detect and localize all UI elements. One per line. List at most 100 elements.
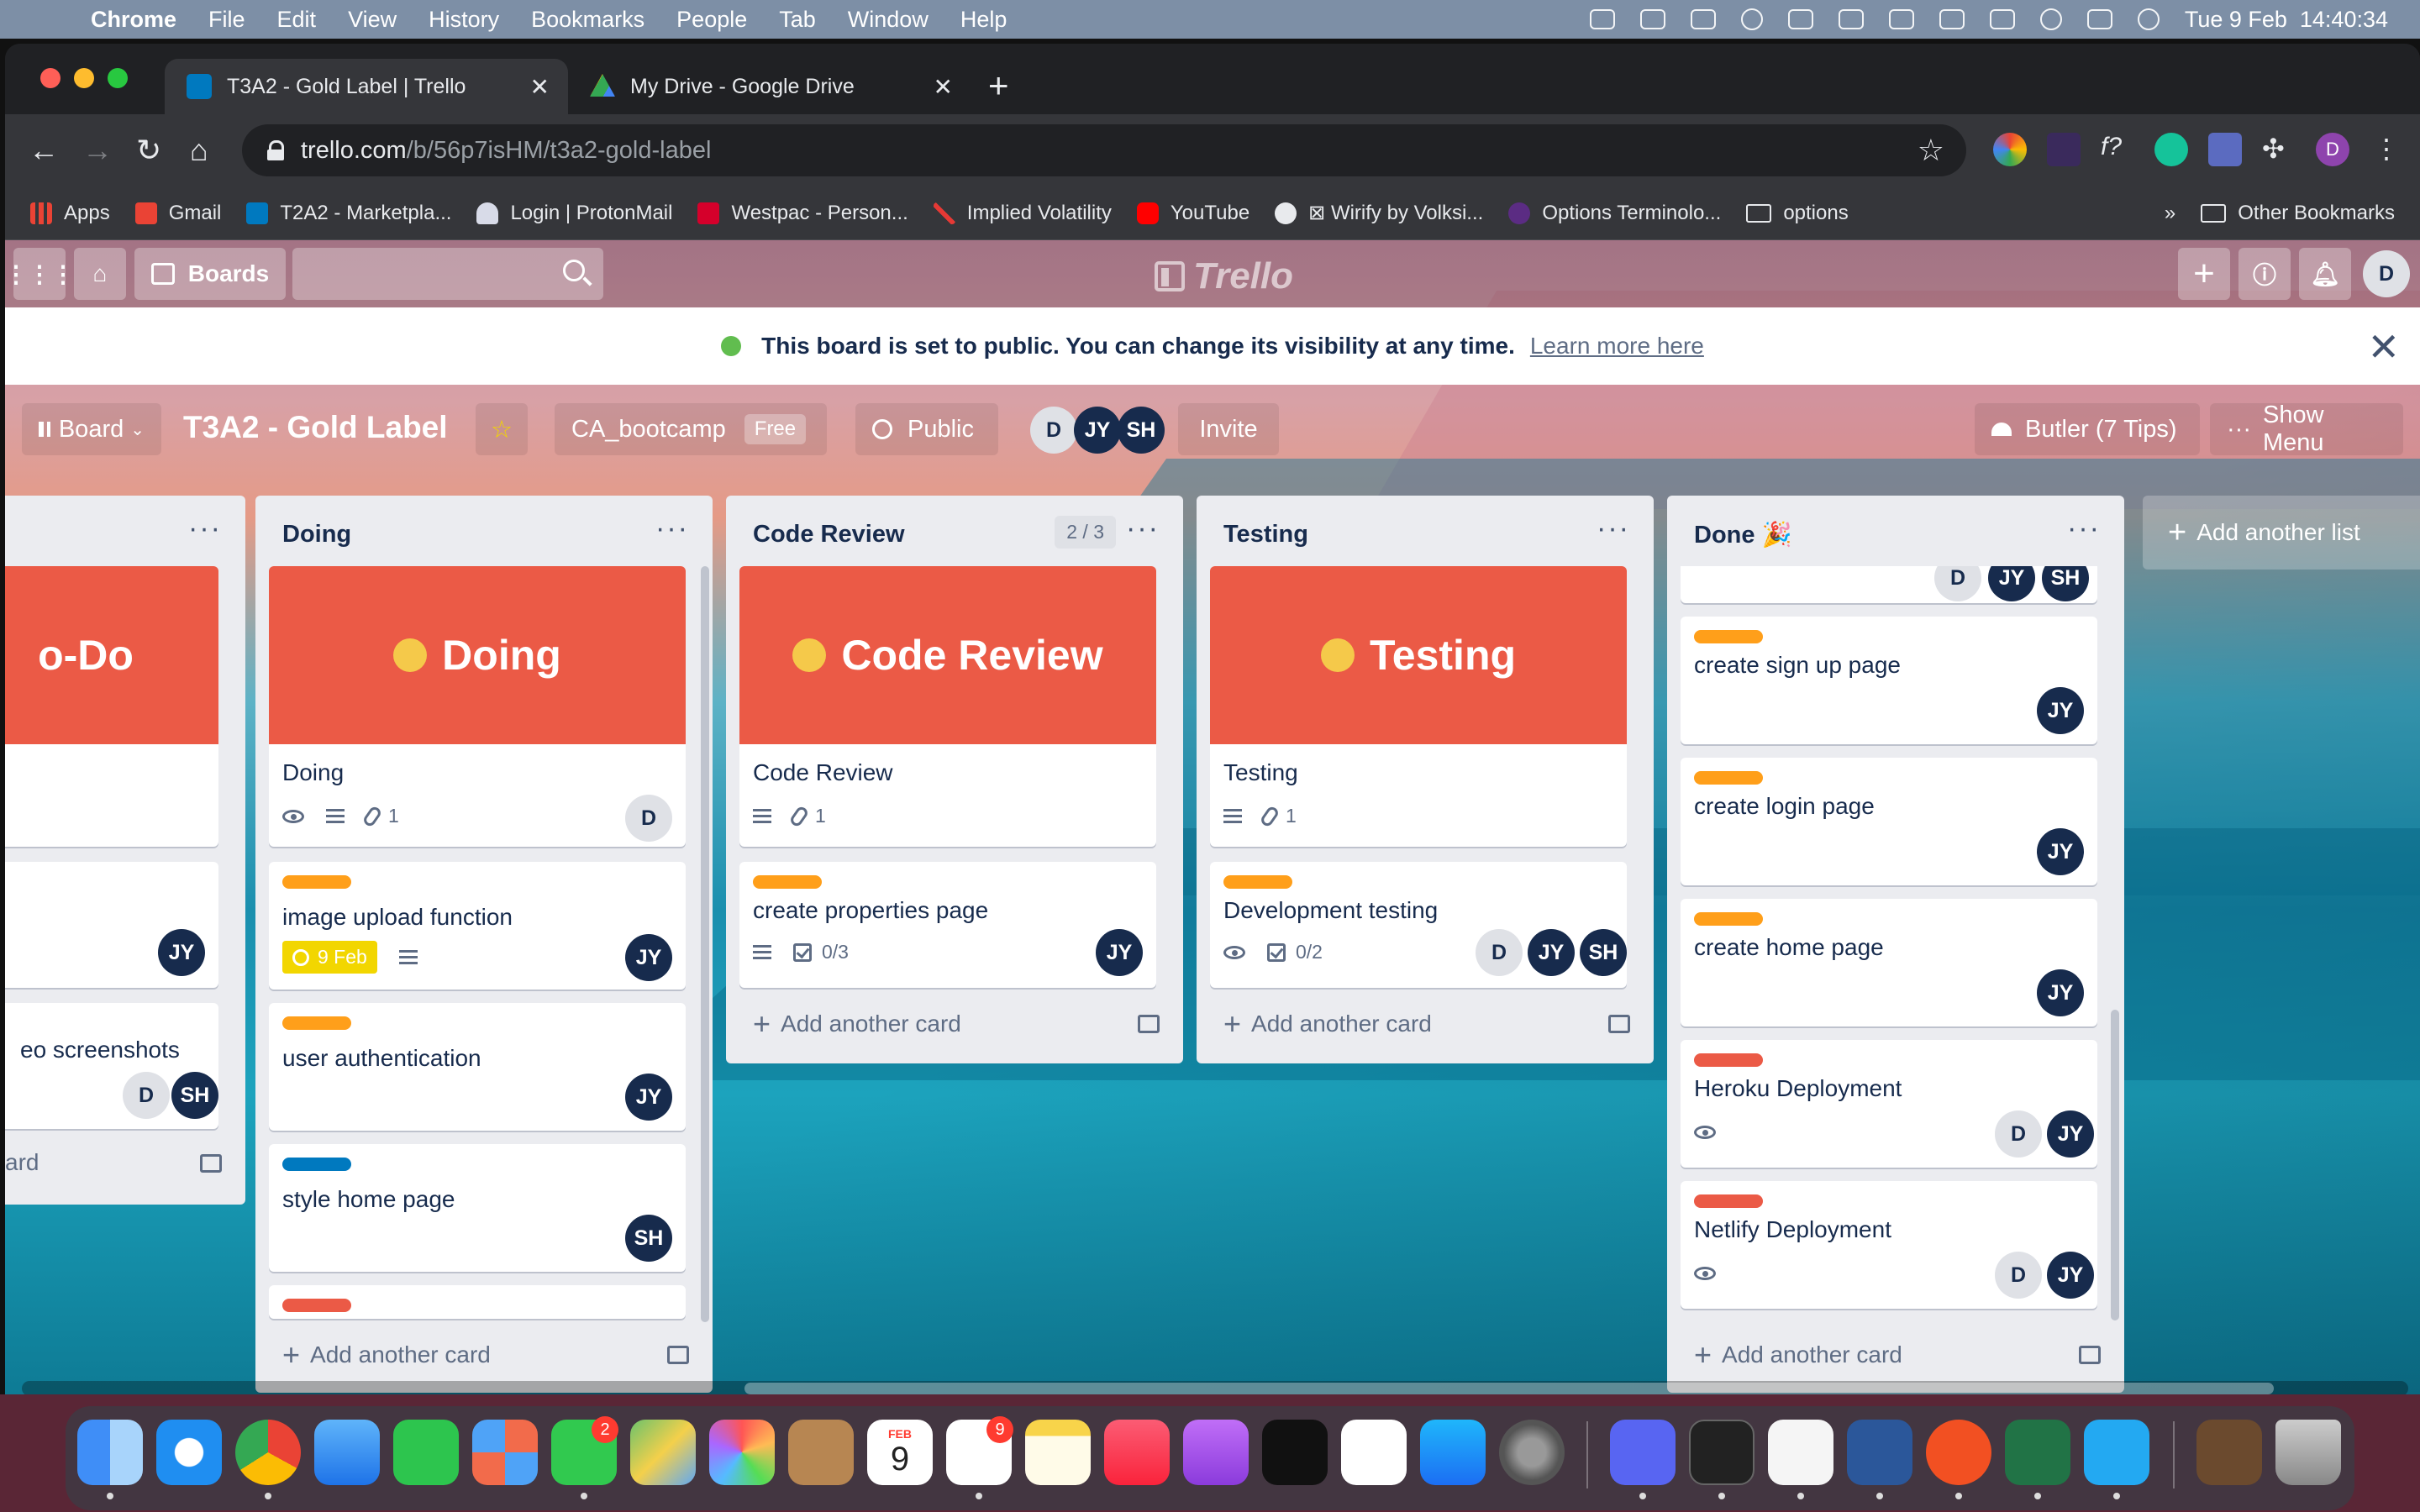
system-preferences-icon[interactable] xyxy=(1499,1420,1565,1485)
member-avatar[interactable]: JY xyxy=(1096,929,1143,976)
list-title[interactable]: Done 🎉 xyxy=(1694,521,1792,549)
menu-people[interactable]: People xyxy=(676,7,747,33)
list-card[interactable]: Heroku Deployment D JY xyxy=(1681,1040,2097,1168)
notifications-bell-icon[interactable]: 🔔︎ xyxy=(2299,248,2351,300)
discord-icon[interactable] xyxy=(1610,1420,1676,1485)
member-avatar[interactable]: JY xyxy=(625,1074,672,1121)
window-minimize-button[interactable] xyxy=(74,68,94,88)
list-scrollbar[interactable] xyxy=(701,566,709,1322)
home-icon[interactable]: ⌂ xyxy=(190,133,208,168)
card-label[interactable] xyxy=(1694,630,1763,643)
member-avatar[interactable]: JY xyxy=(625,934,672,981)
member-avatar[interactable]: SH xyxy=(1580,929,1627,976)
member-avatar[interactable]: JY xyxy=(1528,929,1575,976)
user-avatar[interactable]: D xyxy=(2363,250,2410,297)
menu-history[interactable]: History xyxy=(429,7,499,33)
member-avatar[interactable]: JY xyxy=(158,929,205,976)
apple-tv-icon[interactable] xyxy=(1262,1420,1328,1485)
list-menu-icon[interactable]: ··· xyxy=(1597,512,1630,545)
add-card-button[interactable]: ard xyxy=(5,1149,39,1176)
battery-icon[interactable] xyxy=(1939,9,1965,29)
bookmark-star-icon[interactable]: ☆ xyxy=(1918,133,1944,168)
bookmark-gmail[interactable]: Gmail xyxy=(134,202,221,225)
list-card[interactable]: user authentication JY xyxy=(269,1003,686,1131)
member-avatar[interactable]: D xyxy=(1995,1252,2042,1299)
bookmark-other-bookmarks[interactable]: Other Bookmarks xyxy=(2201,202,2395,225)
home-icon[interactable]: ⌂ xyxy=(74,248,126,300)
add-card-button[interactable]: + Add another card xyxy=(1223,1006,1432,1042)
window-zoom-button[interactable] xyxy=(108,68,128,88)
due-date-badge[interactable]: 9 Feb xyxy=(282,941,377,974)
tab-close-icon[interactable]: ✕ xyxy=(530,73,550,101)
card-template-icon[interactable] xyxy=(1608,1015,1630,1033)
bookmark-options-terminology[interactable]: Options Terminolo... xyxy=(1508,202,1721,225)
control-center-icon[interactable] xyxy=(2086,9,2112,29)
tab-google-drive[interactable]: My Drive - Google Drive ✕ xyxy=(568,59,971,114)
news-icon[interactable] xyxy=(1341,1420,1407,1485)
list-card[interactable]: Development testing 0/2 D JY SH xyxy=(1210,862,1627,988)
add-card-button[interactable]: + Add another card xyxy=(1694,1337,1902,1373)
member-avatar[interactable]: JY xyxy=(2047,1252,2094,1299)
member-avatar[interactable]: SH xyxy=(2042,566,2089,601)
back-arrow-icon[interactable]: ← xyxy=(29,133,59,168)
spotlight-search-icon[interactable] xyxy=(2039,8,2062,30)
card-label[interactable] xyxy=(1223,875,1292,889)
maps-icon[interactable] xyxy=(630,1420,696,1485)
window-close-button[interactable] xyxy=(40,68,60,88)
card-label[interactable] xyxy=(1694,912,1763,926)
visibility-button[interactable]: Public xyxy=(855,403,998,455)
member-avatar[interactable]: D xyxy=(1030,407,1077,454)
postman-icon[interactable] xyxy=(1926,1420,1991,1485)
terminal-icon[interactable] xyxy=(1689,1420,1754,1485)
notes-icon[interactable] xyxy=(1025,1420,1091,1485)
member-avatar[interactable]: JY xyxy=(1074,407,1121,454)
card-label[interactable] xyxy=(1694,771,1763,785)
menu-edit[interactable]: Edit xyxy=(277,7,317,33)
boards-button[interactable]: Boards xyxy=(134,248,286,300)
play-icon[interactable] xyxy=(1740,8,1763,30)
menu-view[interactable]: View xyxy=(348,7,397,33)
display-icon[interactable] xyxy=(1787,9,1813,29)
info-icon[interactable]: ⓘ xyxy=(2238,248,2291,300)
card-label[interactable] xyxy=(282,875,351,889)
fx-extension-icon[interactable]: f? xyxy=(2101,133,2134,166)
banner-close-icon[interactable]: ✕ xyxy=(2367,324,2400,370)
list-card[interactable] xyxy=(269,1285,686,1319)
list-card[interactable]: D JY SH xyxy=(1681,566,2097,603)
cloud-upload-icon[interactable] xyxy=(1639,9,1665,29)
list-card-cover[interactable]: Code Review Code Review 1 xyxy=(739,566,1156,847)
wifi-icon[interactable] xyxy=(1989,9,2015,29)
member-avatar[interactable]: D xyxy=(625,795,672,842)
member-avatar[interactable]: SH xyxy=(171,1072,218,1119)
bluetooth-icon[interactable] xyxy=(1888,9,1914,29)
card-label[interactable] xyxy=(753,875,822,889)
photos-icon[interactable] xyxy=(709,1420,775,1485)
list-title[interactable]: Doing xyxy=(282,521,351,549)
status-app-icon[interactable] xyxy=(1589,9,1615,29)
list-scrollbar[interactable] xyxy=(2111,1010,2119,1320)
member-avatar[interactable]: JY xyxy=(2037,828,2084,875)
show-menu-button[interactable]: ··· Show Menu xyxy=(2210,402,2403,456)
siri-icon[interactable] xyxy=(2137,8,2160,30)
list-card[interactable]: create sign up page JY xyxy=(1681,617,2097,744)
team-button[interactable]: CA_bootcamp Free xyxy=(555,403,827,455)
list-card[interactable]: image upload function 9 Feb JY xyxy=(269,862,686,990)
calendar-icon[interactable]: FEB 9 xyxy=(867,1420,933,1485)
list-card[interactable]: eo screenshots D SH xyxy=(5,1003,218,1129)
list-card-cover[interactable]: Doing Doing 1 D xyxy=(269,566,686,847)
color-picker-extension-icon[interactable] xyxy=(1993,133,2027,166)
add-card-button[interactable]: + Add another card xyxy=(282,1337,491,1373)
member-avatar[interactable]: JY xyxy=(2037,687,2084,734)
vscode-icon[interactable] xyxy=(2084,1420,2149,1485)
bookmark-youtube[interactable]: YouTube xyxy=(1136,202,1249,225)
card-label[interactable] xyxy=(282,1016,351,1030)
member-avatar[interactable]: SH xyxy=(625,1215,672,1262)
bookmark-t2a2[interactable]: T2A2 - Marketpla... xyxy=(246,202,451,225)
app-switcher-icon[interactable]: ⋮⋮⋮ xyxy=(5,248,75,300)
app-store-icon[interactable] xyxy=(1420,1420,1486,1485)
finder-icon[interactable] xyxy=(77,1420,143,1485)
member-avatar[interactable]: D xyxy=(1934,566,1981,601)
microsoft-word-icon[interactable] xyxy=(1847,1420,1912,1485)
card-template-icon[interactable] xyxy=(200,1154,222,1173)
menu-window[interactable]: Window xyxy=(848,7,929,33)
